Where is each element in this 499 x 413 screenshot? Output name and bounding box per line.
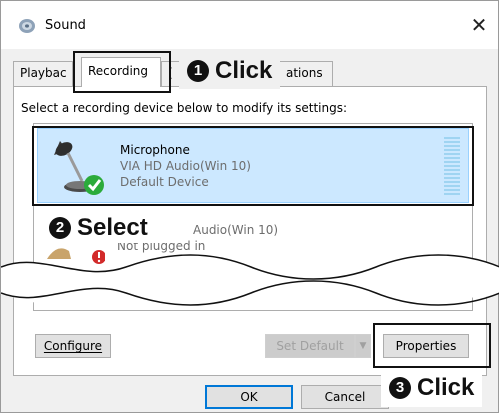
callout-text-1: Click (215, 57, 273, 84)
check-icon (84, 175, 104, 195)
device-driver: VIA HD Audio(Win 10) (120, 159, 251, 173)
device-name: Microphone (120, 143, 190, 157)
device-status: Default Device (120, 175, 209, 189)
window-title: Sound (45, 18, 86, 33)
cancel-button[interactable]: Cancel (301, 385, 389, 409)
step-number-1: 1 (187, 60, 209, 82)
torn-edge-divider (1, 254, 499, 306)
title-bar: Sound ✕ (1, 1, 498, 49)
tab-playback[interactable]: Playbac (13, 61, 73, 86)
close-button[interactable]: ✕ (468, 15, 490, 37)
callout-step-3: 3 Click (381, 369, 483, 407)
level-meter (444, 137, 460, 195)
set-default-button[interactable]: Set Default (265, 334, 355, 358)
tab-sounds[interactable]: ( (161, 61, 181, 86)
set-default-dropdown[interactable]: ▼ (355, 334, 371, 358)
sound-dialog: Sound ✕ Playbac Recording ( ations 1 Clic… (0, 0, 499, 413)
speaker-icon (19, 19, 35, 33)
tab-recording[interactable]: Recording (81, 57, 161, 87)
microphone-icon (54, 141, 104, 195)
ok-button[interactable]: OK (205, 385, 293, 409)
callout-step-2: 2 Select (45, 213, 152, 243)
callout-text-2: Select (77, 214, 148, 241)
instructions-text: Select a recording device below to modif… (21, 101, 348, 115)
properties-button[interactable]: Properties (383, 334, 469, 358)
step-number-2: 2 (49, 217, 71, 239)
tab-communications[interactable]: ations (279, 61, 333, 86)
step-number-3: 3 (389, 377, 411, 399)
callout-text-3: Click (417, 374, 475, 401)
configure-button[interactable]: Configure (35, 334, 111, 358)
callout-step-1: 1 Click (179, 53, 281, 89)
device-driver: Audio(Win 10) (193, 223, 279, 237)
device-item-microphone[interactable]: Microphone VIA HD Audio(Win 10) Default … (37, 128, 469, 203)
